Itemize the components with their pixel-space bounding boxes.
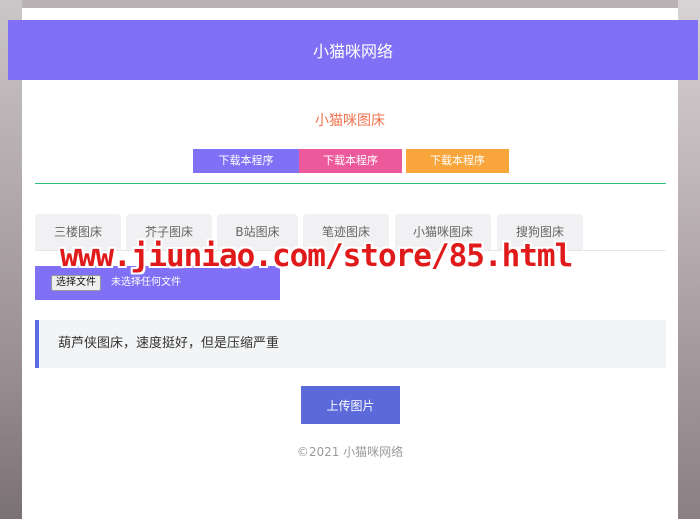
file-status-text: 未选择任何文件	[111, 277, 181, 288]
notice-text: 葫芦侠图床，速度挺好，但是压缩严重	[58, 336, 280, 351]
app-subtitle: 小猫咪图床	[315, 113, 385, 129]
divider	[35, 183, 666, 184]
download-button-3[interactable]: 下载本程序	[406, 149, 509, 173]
download-button-2[interactable]: 下载本程序	[299, 149, 402, 173]
watermark-text: www.jiuniao.com/store/85.html	[60, 238, 573, 274]
footer: ©2021 小猫咪网络	[296, 445, 404, 459]
choose-file-button[interactable]: 选择文件	[51, 275, 101, 291]
upload-button[interactable]: 上传图片	[301, 386, 400, 424]
download-button-1[interactable]: 下载本程序	[193, 149, 299, 173]
notice-box: 葫芦侠图床，速度挺好，但是压缩严重	[35, 320, 666, 368]
site-title: 小猫咪网络	[312, 42, 393, 61]
site-header: 小猫咪网络	[8, 20, 698, 80]
